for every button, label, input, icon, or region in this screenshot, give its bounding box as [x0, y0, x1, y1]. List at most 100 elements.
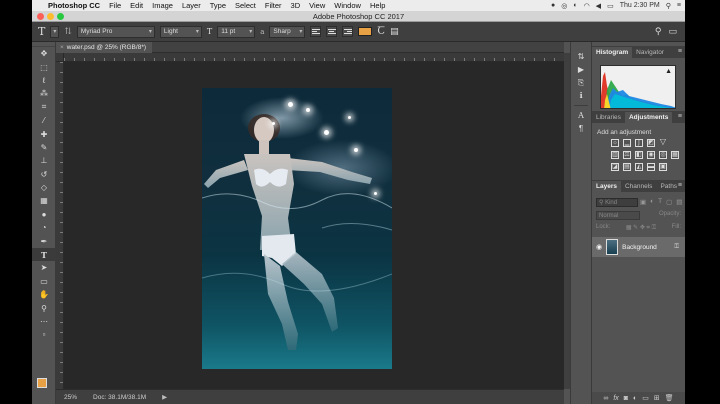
new-adjustment-layer-icon[interactable]: ◐	[633, 395, 637, 402]
link-layers-icon[interactable]: ∞	[603, 395, 608, 402]
dodge-tool-icon[interactable]: ◔	[32, 221, 56, 234]
posterize-icon[interactable]: ▤	[623, 163, 631, 171]
menu-filter[interactable]: Filter	[265, 1, 282, 10]
volume-icon[interactable]: ◀	[596, 2, 601, 10]
type-tool-preset-icon[interactable]: T	[38, 25, 45, 38]
font-size-select[interactable]: 11 pt	[217, 25, 256, 38]
gradient-map-icon[interactable]: ▬	[647, 163, 655, 171]
battery-icon[interactable]: ▭	[607, 2, 614, 10]
tab-adjustments[interactable]: Adjustments	[624, 112, 673, 123]
panel-menu-icon[interactable]: ≡	[678, 113, 682, 120]
close-window-button[interactable]	[37, 13, 44, 20]
workspace-icon[interactable]: ▭	[668, 26, 677, 37]
menu-view[interactable]: View	[309, 1, 325, 10]
path-selection-tool-icon[interactable]: ➤	[32, 261, 56, 274]
tab-channels[interactable]: Channels	[621, 181, 656, 192]
move-tool-icon[interactable]: ✥	[32, 47, 56, 60]
horizontal-ruler[interactable]	[64, 53, 564, 62]
photo-filter-icon[interactable]: ◉	[647, 151, 655, 159]
threshold-icon[interactable]: ◭	[635, 163, 643, 171]
antialias-select[interactable]: Sharp	[269, 25, 306, 38]
quick-selection-tool-icon[interactable]: ⁂	[32, 87, 56, 100]
menu-type[interactable]: Type	[210, 1, 226, 10]
type-tool-icon[interactable]: T	[32, 247, 56, 262]
opacity-label[interactable]: Opacity:	[659, 211, 681, 220]
paragraph-panel-icon[interactable]: ¶	[571, 122, 591, 135]
search-icon[interactable]: ⚲	[655, 26, 662, 37]
new-group-icon[interactable]: ▭	[642, 394, 649, 402]
vertical-ruler[interactable]	[56, 62, 64, 389]
properties-panel-icon[interactable]: ⎘	[571, 76, 591, 89]
text-color-swatch[interactable]	[358, 27, 373, 36]
eraser-tool-icon[interactable]: ◇	[32, 181, 56, 194]
filter-type-icon[interactable]: T	[658, 198, 662, 206]
notification-center-icon[interactable]: ≡	[677, 2, 681, 9]
more-tools-icon[interactable]: ⋯	[32, 315, 56, 328]
tool-preset-dropdown[interactable]	[50, 25, 60, 38]
filter-shape-icon[interactable]: ▢	[666, 198, 672, 206]
zoom-tool-icon[interactable]: ⚲	[32, 301, 56, 314]
hue-saturation-icon[interactable]: ▥	[611, 151, 619, 159]
document-tab[interactable]: × water.psd @ 25% (RGB/8*)	[56, 42, 152, 53]
fill-label[interactable]: Fill:	[672, 224, 681, 232]
tab-histogram[interactable]: Histogram	[592, 47, 633, 58]
brightness-contrast-icon[interactable]: ☼	[611, 139, 619, 147]
blur-tool-icon[interactable]: ●	[32, 208, 56, 221]
tab-navigator[interactable]: Navigator	[632, 47, 668, 58]
wifi-icon[interactable]: ◠	[584, 2, 590, 10]
menu-layer[interactable]: Layer	[182, 1, 201, 10]
layer-row[interactable]: ◉ Background ⚿	[592, 237, 685, 257]
zoom-window-button[interactable]	[57, 13, 64, 20]
lasso-tool-icon[interactable]: ℓ	[32, 74, 56, 87]
edit-toolbar-icon[interactable]: ▫	[32, 328, 56, 341]
layer-thumbnail[interactable]	[606, 239, 619, 255]
lock-icons[interactable]: ▦ ✎ ✥ ⌗ ⚿	[626, 224, 656, 232]
levels-icon[interactable]: ▁	[623, 139, 631, 147]
menu-file[interactable]: File	[109, 1, 121, 10]
character-panel-icon[interactable]: ▤	[390, 27, 399, 37]
clone-stamp-tool-icon[interactable]: ⊥	[32, 154, 56, 167]
actions-panel-icon[interactable]: ▶	[571, 63, 591, 76]
menu-window[interactable]: Window	[334, 1, 361, 10]
tab-layers[interactable]: Layers	[592, 181, 621, 192]
align-center-button[interactable]	[326, 26, 338, 37]
exposure-icon[interactable]: ◩	[647, 139, 655, 147]
rectangle-tool-icon[interactable]: ▭	[32, 275, 56, 288]
add-mask-icon[interactable]: ◙	[624, 395, 628, 402]
align-right-button[interactable]	[342, 26, 354, 37]
layer-style-icon[interactable]: fx	[613, 395, 618, 402]
menu-help[interactable]: Help	[370, 1, 385, 10]
dock-grip[interactable]	[571, 42, 591, 50]
font-style-select[interactable]: Light	[159, 25, 202, 38]
curves-icon[interactable]: ∫	[635, 139, 643, 147]
marquee-tool-icon[interactable]: ⬚	[32, 60, 56, 73]
healing-brush-tool-icon[interactable]: ✚	[32, 127, 56, 140]
document-size[interactable]: Doc: 38.1M/38.1M	[93, 394, 146, 401]
close-tab-icon[interactable]: ×	[60, 44, 64, 51]
spotlight-search-icon[interactable]: ⚲	[666, 2, 671, 10]
history-panel-icon[interactable]: ⇅	[571, 50, 591, 63]
warp-text-icon[interactable]: Ꞇ	[377, 26, 385, 37]
black-white-icon[interactable]: ◧	[635, 151, 643, 159]
new-layer-icon[interactable]: ⊞	[654, 394, 660, 402]
status-dot-icon[interactable]: ●	[551, 2, 555, 9]
menu-edit[interactable]: Edit	[130, 1, 143, 10]
pen-tool-icon[interactable]: ✒	[32, 234, 56, 247]
color-lookup-icon[interactable]: ▦	[671, 151, 679, 159]
character-panel-icon[interactable]: A	[571, 109, 591, 122]
filter-smart-object-icon[interactable]: ▤	[676, 198, 682, 206]
status-circle-icon[interactable]: ◐	[573, 2, 577, 9]
filter-adjustment-icon[interactable]: ◐	[650, 198, 654, 206]
filter-pixel-icon[interactable]: ▣	[640, 198, 646, 206]
text-orientation-icon[interactable]: ⇅	[64, 27, 72, 37]
blend-mode-select[interactable]: Normal	[596, 211, 640, 220]
menu-app-name[interactable]: Photoshop CC	[48, 1, 100, 10]
font-family-select[interactable]: Myriad Pro	[76, 25, 155, 38]
foreground-color-swatch[interactable]	[37, 378, 47, 388]
layer-name[interactable]: Background	[622, 244, 657, 251]
status-menu-arrow-icon[interactable]: ▶	[162, 393, 167, 401]
align-left-button[interactable]	[310, 26, 322, 37]
info-panel-icon[interactable]: ℹ	[571, 89, 591, 102]
menu-select[interactable]: Select	[235, 1, 256, 10]
panel-menu-icon[interactable]: ≡	[678, 182, 682, 189]
